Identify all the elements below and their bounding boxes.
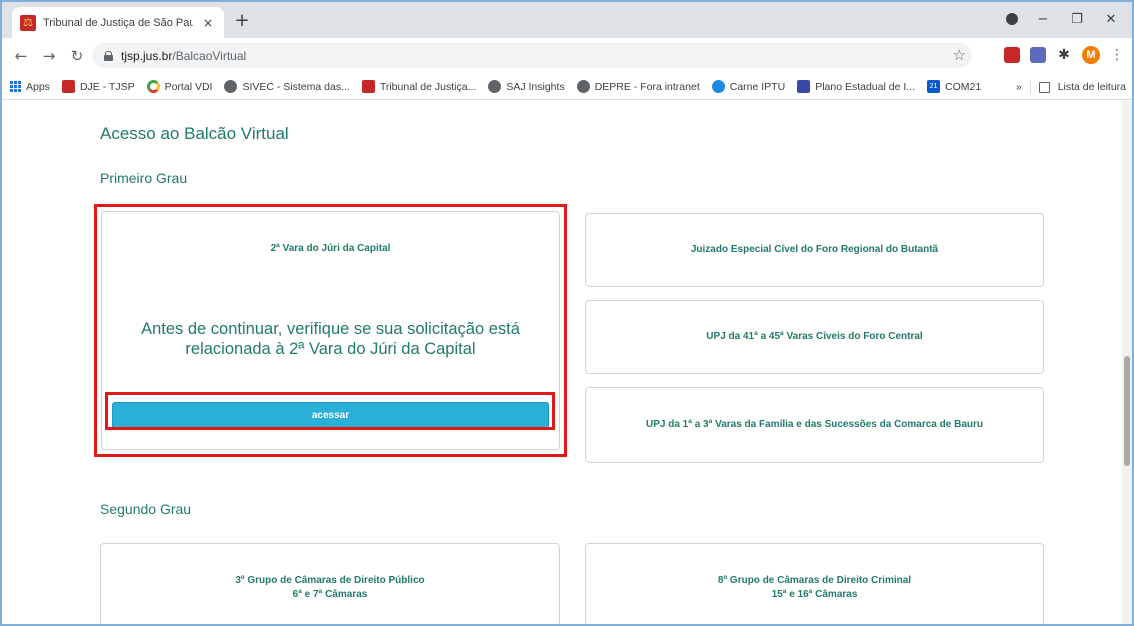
tjsp-favicon-icon: ⚖ <box>20 14 36 31</box>
url-text[interactable]: tjsp.jus.br/BalcaoVirtual <box>121 49 246 63</box>
forward-arrow-icon[interactable]: → <box>38 47 60 65</box>
menu-kebab-icon[interactable]: ⋮ <box>1110 47 1124 63</box>
bookmark-tribunal[interactable]: Tribunal de Justiça... <box>361 80 476 93</box>
puzzle-extensions-icon[interactable]: ✱ <box>1056 47 1072 63</box>
tjsp-icon <box>361 80 375 93</box>
card-title-line-1: 8º Grupo de Câmaras de Direito Criminal <box>717 575 912 586</box>
court-card-butanta[interactable]: Juizado Especial Cível do Foro Regional … <box>585 213 1044 287</box>
doc-icon <box>797 80 811 93</box>
access-button[interactable]: acessar <box>112 402 549 429</box>
card-title: UPJ da 1ª a 3ª Varas da Família e das Su… <box>645 419 983 430</box>
bookmark-depre[interactable]: DEPRE - Fora intranet <box>576 80 700 93</box>
card-title-line-1: 3º Grupo de Câmaras de Direito Público <box>235 575 425 586</box>
profile-indicator-icon[interactable] <box>1006 13 1018 25</box>
image-extension-icon[interactable] <box>1030 47 1046 63</box>
globe-icon <box>488 80 502 93</box>
page-title: Acesso ao Balcão Virtual <box>100 124 289 143</box>
tab-title: Tribunal de Justiça de São Paulo <box>43 16 193 29</box>
court-card-upj-1-3-bauru[interactable]: UPJ da 1ª a 3ª Varas da Família e das Su… <box>585 387 1044 463</box>
bookmark-sivec[interactable]: SIVEC - Sistema das... <box>224 80 350 93</box>
bookmark-com21[interactable]: 21 COM21 <box>927 80 981 93</box>
bookmark-dje[interactable]: DJE - TJSP <box>61 80 135 93</box>
bookmark-star-icon[interactable]: ☆ <box>953 46 966 64</box>
close-window-button[interactable]: ✕ <box>1094 12 1128 27</box>
court-card-upj-41-45[interactable]: UPJ da 41ª a 45ª Varas Cíveis do Foro Ce… <box>585 300 1044 374</box>
page-content: Acesso ao Balcão Virtual Primeiro Grau 2… <box>2 101 1122 624</box>
bookmarks-overflow-button[interactable]: » <box>1016 81 1022 93</box>
reading-list-icon[interactable] <box>1038 81 1050 93</box>
pdf-extension-icon[interactable] <box>1004 47 1020 63</box>
back-arrow-icon[interactable]: ← <box>10 47 32 65</box>
reload-icon[interactable]: ↻ <box>66 47 88 65</box>
new-tab-button[interactable]: + <box>230 10 254 31</box>
bookmark-saj-insights[interactable]: SAJ Insights <box>488 80 565 93</box>
calendar-icon: 21 <box>927 80 941 93</box>
avatar[interactable]: M <box>1082 46 1100 64</box>
card-title: 3º Grupo de Câmaras de Direito Público 6… <box>235 574 424 602</box>
maximize-button[interactable]: ❐ <box>1060 12 1094 27</box>
tjsp-icon <box>61 80 75 93</box>
address-bar[interactable]: tjsp.jus.br/BalcaoVirtual ☆ <box>92 43 972 68</box>
browser-window: ⚖ Tribunal de Justiça de São Paulo × + −… <box>0 0 1134 626</box>
bookmark-carne-iptu[interactable]: Carne IPTU <box>711 80 785 93</box>
scrollbar-thumb[interactable] <box>1124 356 1130 466</box>
bookmark-portal-vdi[interactable]: Portal VDI <box>146 80 212 93</box>
section-heading-segundo-grau: Segundo Grau <box>100 501 192 517</box>
browser-toolbar: ← → ↻ tjsp.jus.br/BalcaoVirtual ☆ ✱ M ⋮ <box>2 38 1132 74</box>
bookmarks-right: » Lista de leitura <box>1016 80 1126 94</box>
bookmarks-divider <box>1029 80 1031 94</box>
tab-strip: ⚖ Tribunal de Justiça de São Paulo × + −… <box>2 2 1132 38</box>
confirmation-message: Antes de continuar, verifique se sua sol… <box>141 320 520 358</box>
globe-blue-icon <box>711 80 725 93</box>
card-title-line-2: 6ª e 7ª Câmaras <box>292 589 368 600</box>
globe-icon <box>224 80 238 93</box>
court-card-2a-vara-juri[interactable]: 2ª Vara do Júri da Capital Antes de cont… <box>101 211 560 450</box>
bookmark-plano-estadual[interactable]: Plano Estadual de I... <box>797 80 915 93</box>
bookmarks-bar: Apps DJE - TJSP Portal VDI SIVEC - Siste… <box>2 74 1132 100</box>
globe-icon <box>576 80 590 93</box>
card-title-line-2: 15ª e 16ª Câmaras <box>771 589 858 600</box>
tab-tjsp[interactable]: ⚖ Tribunal de Justiça de São Paulo × <box>12 7 224 38</box>
card-title: Juizado Especial Cível do Foro Regional … <box>690 244 939 255</box>
extension-icons: ✱ M ⋮ <box>1004 46 1124 64</box>
vertical-scrollbar[interactable] <box>1122 101 1132 624</box>
card-title: UPJ da 41ª a 45ª Varas Cíveis do Foro Ce… <box>706 331 923 342</box>
section-heading-primeiro-grau: Primeiro Grau <box>100 170 188 186</box>
window-controls: − ❐ ✕ <box>998 2 1128 36</box>
lock-icon[interactable] <box>104 50 113 61</box>
court-card-8o-grupo[interactable]: 8º Grupo de Câmaras de Direito Criminal … <box>585 543 1044 624</box>
minimize-button[interactable]: − <box>1026 12 1060 27</box>
card-title: 2ª Vara do Júri da Capital <box>270 243 391 254</box>
tab-close-icon[interactable]: × <box>200 16 216 30</box>
bookmark-apps[interactable]: Apps <box>10 81 50 93</box>
reading-list-label[interactable]: Lista de leitura <box>1058 81 1126 93</box>
court-card-3o-grupo[interactable]: 3º Grupo de Câmaras de Direito Público 6… <box>100 543 560 624</box>
vdi-icon <box>146 80 160 93</box>
apps-grid-icon <box>10 81 21 92</box>
card-title: 8º Grupo de Câmaras de Direito Criminal … <box>718 574 911 602</box>
